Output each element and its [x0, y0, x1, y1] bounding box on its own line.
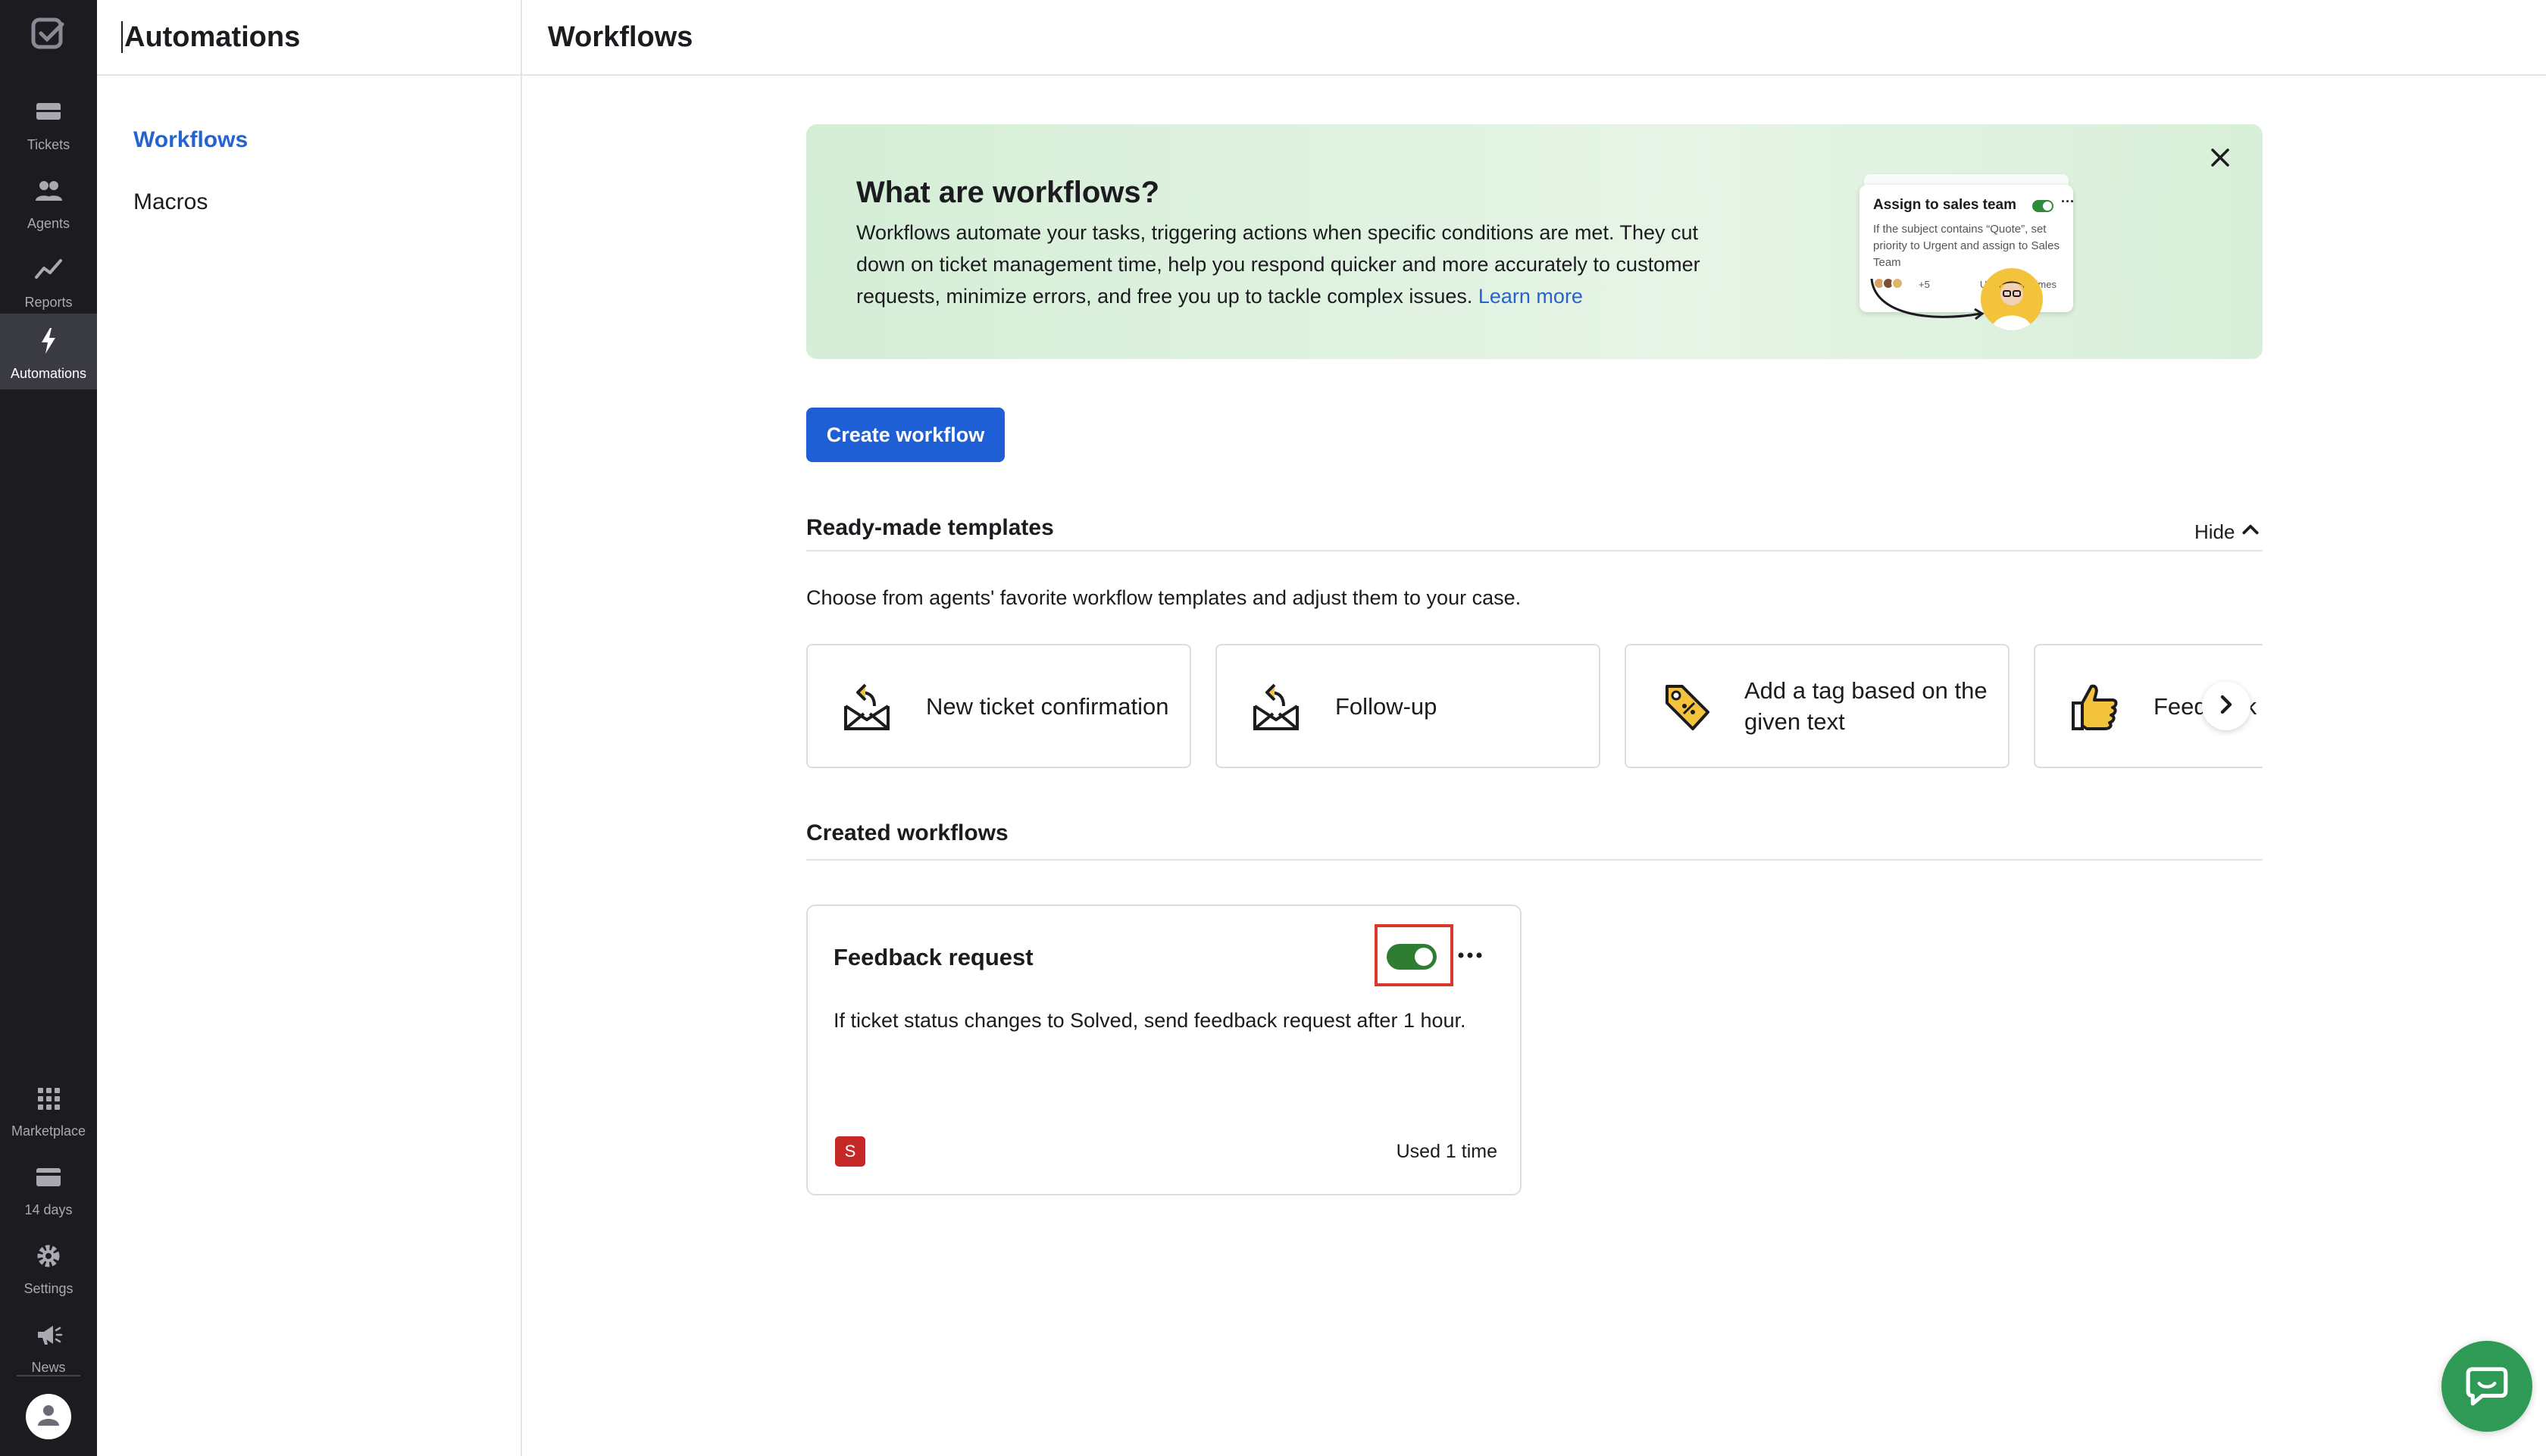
rail-item-tickets[interactable]: Tickets	[0, 85, 97, 161]
chat-bubble-icon	[2463, 1361, 2510, 1412]
created-workflows-title: Created workflows	[806, 820, 1009, 845]
rail-item-trial[interactable]: 14 days	[0, 1150, 97, 1226]
sidebar-title: Automations	[124, 20, 301, 53]
lightning-icon	[33, 326, 64, 360]
rail-label: Reports	[24, 295, 73, 310]
person-avatar-icon	[1981, 268, 2043, 330]
envelope-reply-icon	[1247, 676, 1308, 736]
hide-label: Hide	[2194, 520, 2235, 543]
sidebar-item-workflows[interactable]: Workflows	[133, 127, 248, 153]
rail-item-marketplace[interactable]: Marketplace	[0, 1071, 97, 1147]
automations-sidebar: Automations Workflows Macros	[97, 0, 522, 1456]
rail-divider	[17, 1375, 80, 1376]
workflow-enabled-toggle[interactable]	[1387, 944, 1437, 970]
template-card-add-tag[interactable]: Add a tag based on the given text	[1625, 644, 2010, 768]
gear-icon	[33, 1241, 64, 1275]
envelope-reply-icon	[838, 676, 899, 736]
user-avatar[interactable]	[26, 1394, 71, 1439]
chevron-up-icon	[2241, 520, 2260, 545]
tag-icon	[1656, 676, 1717, 736]
agents-icon	[33, 176, 64, 210]
banner-title: What are workflows?	[856, 176, 1160, 209]
rail-label: Settings	[23, 1281, 74, 1296]
app-logo-icon[interactable]	[30, 17, 67, 53]
chat-widget-button[interactable]	[2441, 1341, 2532, 1432]
section-divider	[806, 859, 2263, 861]
templates-title: Ready-made templates	[806, 515, 1054, 540]
rail-label: Automations	[10, 366, 87, 381]
ticket-icon	[33, 97, 64, 131]
preview-text: If the subject contains “Quote”, set pri…	[1873, 223, 2060, 269]
workflow-more-button[interactable]	[1455, 942, 1485, 970]
workflow-usage: Used 1 time	[1396, 1141, 1497, 1162]
workflow-description: If ticket status changes to Solved, send…	[834, 1009, 1466, 1032]
preview-toggle	[2032, 200, 2053, 212]
workflow-card[interactable]: Feedback request If ticket status change…	[806, 905, 1522, 1195]
info-banner: What are workflows? Workflows automate y…	[806, 124, 2263, 359]
close-banner-button[interactable]	[2204, 142, 2237, 176]
thumbs-up-icon	[2066, 676, 2126, 736]
learn-more-link[interactable]: Learn more	[1478, 285, 1583, 308]
template-label: Follow-up	[1335, 692, 1437, 720]
megaphone-icon	[33, 1320, 64, 1354]
app-rail: Tickets Agents Reports Automations Marke…	[0, 0, 97, 1456]
close-icon	[2209, 146, 2232, 173]
rail-label: Agents	[27, 216, 70, 231]
templates-description: Choose from agents' favorite workflow te…	[806, 586, 1522, 609]
text-caret	[121, 21, 123, 53]
templates-carousel: New ticket confirmation Follow-up Add a …	[806, 644, 2263, 768]
user-icon	[33, 1400, 64, 1434]
preview-more-icon: ···	[2061, 194, 2075, 209]
rail-item-agents[interactable]: Agents	[0, 164, 97, 239]
card-icon	[33, 1162, 64, 1196]
banner-text: Workflows automate your tasks, triggerin…	[856, 217, 1750, 312]
rail-item-automations[interactable]: Automations	[0, 314, 97, 389]
sidebar-item-macros[interactable]: Macros	[133, 189, 208, 215]
template-card-follow-up[interactable]: Follow-up	[1215, 644, 1600, 768]
chevron-right-icon	[2215, 693, 2238, 720]
more-horizontal-icon	[1456, 949, 1484, 963]
sidebar-header: Automations	[97, 0, 521, 76]
rail-label: 14 days	[24, 1202, 73, 1217]
rail-label: News	[31, 1360, 66, 1375]
rail-item-reports[interactable]: Reports	[0, 242, 97, 318]
template-label: New ticket confirmation	[926, 692, 1169, 720]
page-header: Workflows	[522, 0, 2546, 76]
template-label: Add a tag based on the given text	[1744, 677, 1988, 735]
preview-title: Assign to sales team	[1873, 197, 2017, 213]
rail-label: Marketplace	[11, 1123, 86, 1139]
rail-item-news[interactable]: News	[0, 1308, 97, 1383]
grid-icon	[33, 1083, 64, 1117]
workflow-title: Feedback request	[834, 944, 1034, 970]
create-workflow-button[interactable]: Create workflow	[806, 408, 1005, 462]
rail-label: Tickets	[27, 137, 70, 152]
template-card-new-ticket[interactable]: New ticket confirmation	[806, 644, 1191, 768]
reports-icon	[33, 255, 64, 289]
connector-arrow-icon	[1870, 278, 1985, 320]
page-title: Workflows	[548, 20, 693, 53]
rail-item-settings[interactable]: Settings	[0, 1229, 97, 1304]
section-divider	[806, 550, 2263, 551]
workflow-owner-badge: S	[835, 1136, 865, 1167]
hide-templates-button[interactable]: Hide	[2194, 520, 2260, 545]
carousel-next-button[interactable]	[2202, 682, 2250, 730]
